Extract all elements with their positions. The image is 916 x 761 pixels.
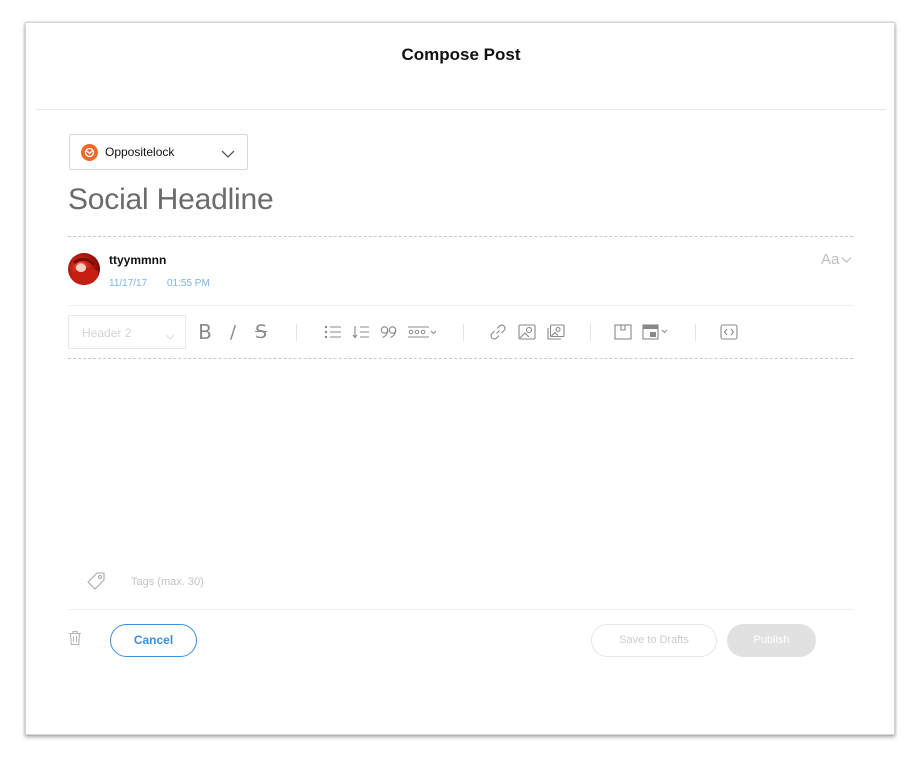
chevron-down-icon xyxy=(221,146,235,164)
font-toggle-label: Aa xyxy=(821,251,840,268)
divider xyxy=(68,236,853,237)
chevron-down-icon xyxy=(841,251,852,268)
toolbar-separator xyxy=(590,324,591,341)
cancel-button[interactable]: Cancel xyxy=(110,624,197,657)
post-time[interactable]: 01:55 PM xyxy=(167,278,210,289)
save-to-drafts-button[interactable]: Save to Drafts xyxy=(591,624,717,657)
more-options-icon[interactable] xyxy=(406,315,438,349)
quote-icon[interactable] xyxy=(379,315,399,349)
numbered-list-icon[interactable] xyxy=(351,315,371,349)
author-name[interactable]: ttyymmnn xyxy=(109,253,166,267)
trash-icon[interactable] xyxy=(68,630,82,651)
divider xyxy=(68,305,853,306)
layout-icon[interactable] xyxy=(641,315,671,349)
editor-toolbar: Header 2 B / S xyxy=(68,315,853,351)
embed-icon[interactable] xyxy=(718,315,740,349)
blog-select[interactable]: Oppositelock xyxy=(69,134,248,170)
bulleted-list-icon[interactable] xyxy=(323,315,343,349)
avatar xyxy=(68,253,100,285)
font-toggle[interactable]: Aa xyxy=(821,251,852,268)
modal-title: Compose Post xyxy=(401,45,521,64)
editor-body[interactable] xyxy=(68,363,853,563)
divider xyxy=(68,609,853,610)
image-icon[interactable] xyxy=(516,315,538,349)
chevron-down-icon xyxy=(165,328,175,346)
divider xyxy=(68,358,853,359)
link-icon[interactable] xyxy=(488,315,508,349)
modal-header: Compose Post xyxy=(36,23,886,110)
toolbar-separator xyxy=(296,324,297,341)
compose-post-modal: Compose Post Oppositelock Social Headlin… xyxy=(25,22,895,735)
strikethrough-icon[interactable]: S xyxy=(252,315,270,349)
headline-input[interactable]: Social Headline xyxy=(68,183,274,217)
bold-icon[interactable]: B xyxy=(196,315,214,349)
post-date[interactable]: 11/17/17 xyxy=(109,278,147,289)
gallery-icon[interactable] xyxy=(545,315,567,349)
blog-logo-icon xyxy=(81,143,98,161)
toolbar-separator xyxy=(463,324,464,341)
heading-select[interactable]: Header 2 xyxy=(68,315,186,349)
publish-button[interactable]: Publish xyxy=(727,624,816,657)
heading-select-value: Header 2 xyxy=(82,326,132,340)
tag-icon xyxy=(86,571,106,596)
frame-icon[interactable] xyxy=(612,315,634,349)
italic-icon[interactable]: / xyxy=(226,315,240,349)
toolbar-separator xyxy=(695,324,696,341)
blog-select-value: Oppositelock xyxy=(105,145,175,159)
tags-input[interactable]: Tags (max. 30) xyxy=(131,576,204,588)
